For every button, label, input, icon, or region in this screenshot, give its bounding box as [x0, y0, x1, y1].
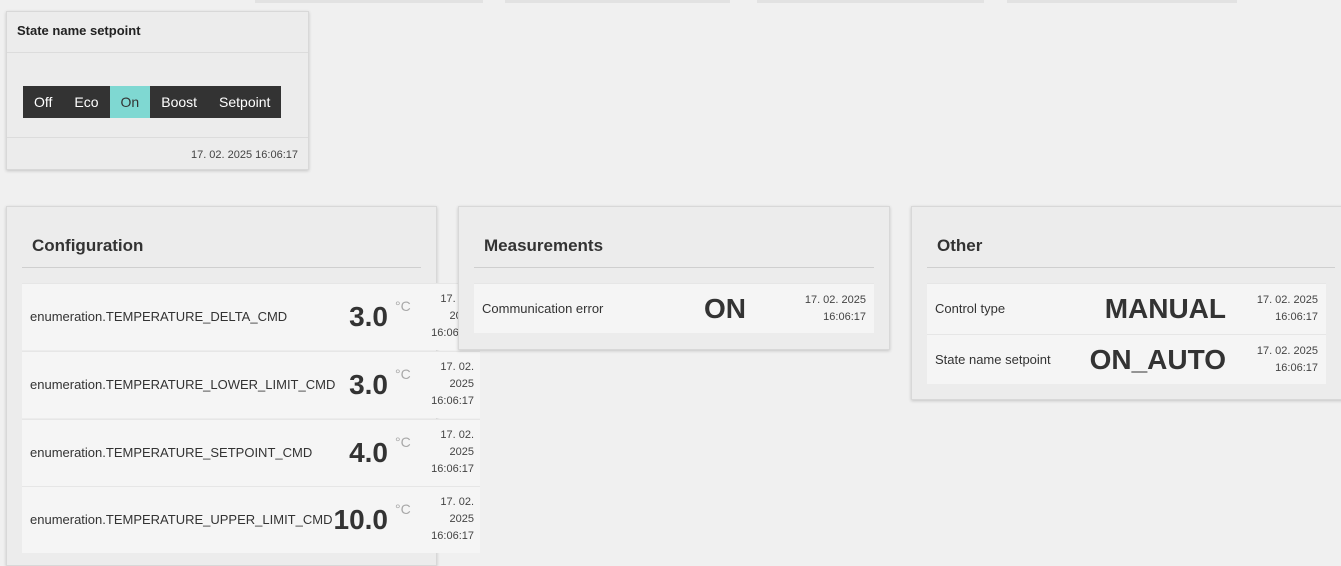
config-row: enumeration.TEMPERATURE_LOWER_LIMIT_CMD … — [22, 351, 480, 418]
timestamp-date: 17. 02. — [440, 496, 474, 508]
row-label: enumeration.TEMPERATURE_UPPER_LIMIT_CMD — [30, 512, 333, 527]
divider — [927, 267, 1335, 268]
row-value: MANUAL — [1104, 293, 1226, 324]
timestamp-year: 2025 — [449, 378, 474, 390]
row-timestamp: 17. 02. 2025 16:06:17 — [428, 494, 474, 545]
timestamp-date: 17. 02. — [440, 429, 474, 441]
row-value: ON — [704, 293, 746, 324]
row-label: Communication error — [482, 301, 604, 316]
measurement-row: Communication error ON 17. 02. 2025 16:0… — [474, 283, 874, 333]
panel-title: Measurements — [484, 236, 604, 255]
timestamp-date: 17. 02. — [440, 361, 474, 373]
timestamp-date: 17. 02. 2025 — [1256, 345, 1318, 357]
row-timestamp: 17. 02. 2025 16:06:17 — [805, 292, 866, 326]
other-row: Control type MANUAL 17. 02. 2025 16:06:1… — [927, 283, 1326, 334]
divider — [7, 137, 308, 138]
option-boost-button[interactable]: Boost — [150, 86, 208, 118]
config-row: enumeration.TEMPERATURE_UPPER_LIMIT_CMD … — [22, 486, 480, 553]
timestamp-year: 2025 — [449, 513, 474, 525]
other-panel: Other Control type MANUAL 17. 02. 2025 1… — [911, 206, 1341, 400]
row-label: enumeration.TEMPERATURE_LOWER_LIMIT_CMD — [30, 377, 336, 392]
row-value: 10.0 — [333, 504, 389, 535]
row-timestamp: 17. 02. 2025 16:06:17 — [1257, 343, 1318, 377]
row-label: State name setpoint — [935, 352, 1051, 367]
divider — [474, 267, 874, 268]
timestamp-date: 17. 02. 2025 — [804, 294, 866, 306]
timestamp-time: 16:06:17 — [1275, 362, 1318, 374]
row-unit: °C — [395, 366, 411, 382]
timestamp-time: 16:06:17 — [431, 530, 474, 542]
panel-title: Other — [937, 236, 983, 255]
setpoint-widget: State name setpoint Off Eco On Boost Set… — [6, 11, 309, 170]
other-row: State name setpoint ON_AUTO 17. 02. 2025… — [927, 334, 1326, 384]
timestamp-time: 16:06:17 — [1275, 311, 1318, 323]
config-row: enumeration.TEMPERATURE_SETPOINT_CMD 4.0… — [22, 419, 480, 486]
divider — [7, 52, 308, 53]
timestamp-time: 16:06:17 — [823, 311, 866, 323]
option-on-button[interactable]: On — [109, 86, 151, 118]
timestamp-year: 2025 — [449, 446, 474, 458]
row-label: enumeration.TEMPERATURE_DELTA_CMD — [30, 309, 288, 324]
widget-timestamp: 17. 02. 2025 16:06:17 — [190, 149, 298, 161]
timestamp-time: 16:06:17 — [431, 395, 474, 407]
cropped-card-edge — [1007, 0, 1237, 3]
cropped-card-edge — [757, 0, 984, 3]
row-timestamp: 17. 02. 2025 16:06:17 — [428, 359, 474, 410]
option-off-button[interactable]: Off — [23, 86, 63, 118]
measurements-panel: Measurements Communication error ON 17. … — [458, 206, 890, 350]
divider — [22, 267, 421, 268]
cropped-card-edge — [505, 0, 730, 3]
cropped-card-edge — [255, 0, 483, 3]
row-unit: °C — [395, 501, 411, 517]
row-unit: °C — [395, 298, 411, 314]
row-value: 4.0 — [349, 437, 388, 468]
option-setpoint-button[interactable]: Setpoint — [208, 86, 281, 118]
row-timestamp: 17. 02. 2025 16:06:17 — [1257, 292, 1318, 326]
row-unit: °C — [395, 434, 411, 450]
row-value: ON_AUTO — [1089, 344, 1226, 375]
row-timestamp: 17. 02. 2025 16:06:17 — [428, 427, 474, 478]
row-value: 3.0 — [349, 369, 388, 400]
config-row: enumeration.TEMPERATURE_DELTA_CMD 3.0 °C… — [22, 283, 480, 350]
row-label: Control type — [935, 301, 1006, 316]
configuration-panel: Configuration enumeration.TEMPERATURE_DE… — [6, 206, 480, 566]
timestamp-time: 16:06:17 — [431, 463, 474, 475]
timestamp-date: 17. 02. 2025 — [1256, 294, 1318, 306]
state-segmented-control: Off Eco On Boost Setpoint — [23, 86, 282, 118]
row-value: 3.0 — [349, 301, 388, 332]
row-label: enumeration.TEMPERATURE_SETPOINT_CMD — [30, 445, 313, 460]
option-eco-button[interactable]: Eco — [63, 86, 109, 118]
panel-title: Configuration — [32, 236, 144, 255]
widget-title: State name setpoint — [17, 23, 141, 38]
